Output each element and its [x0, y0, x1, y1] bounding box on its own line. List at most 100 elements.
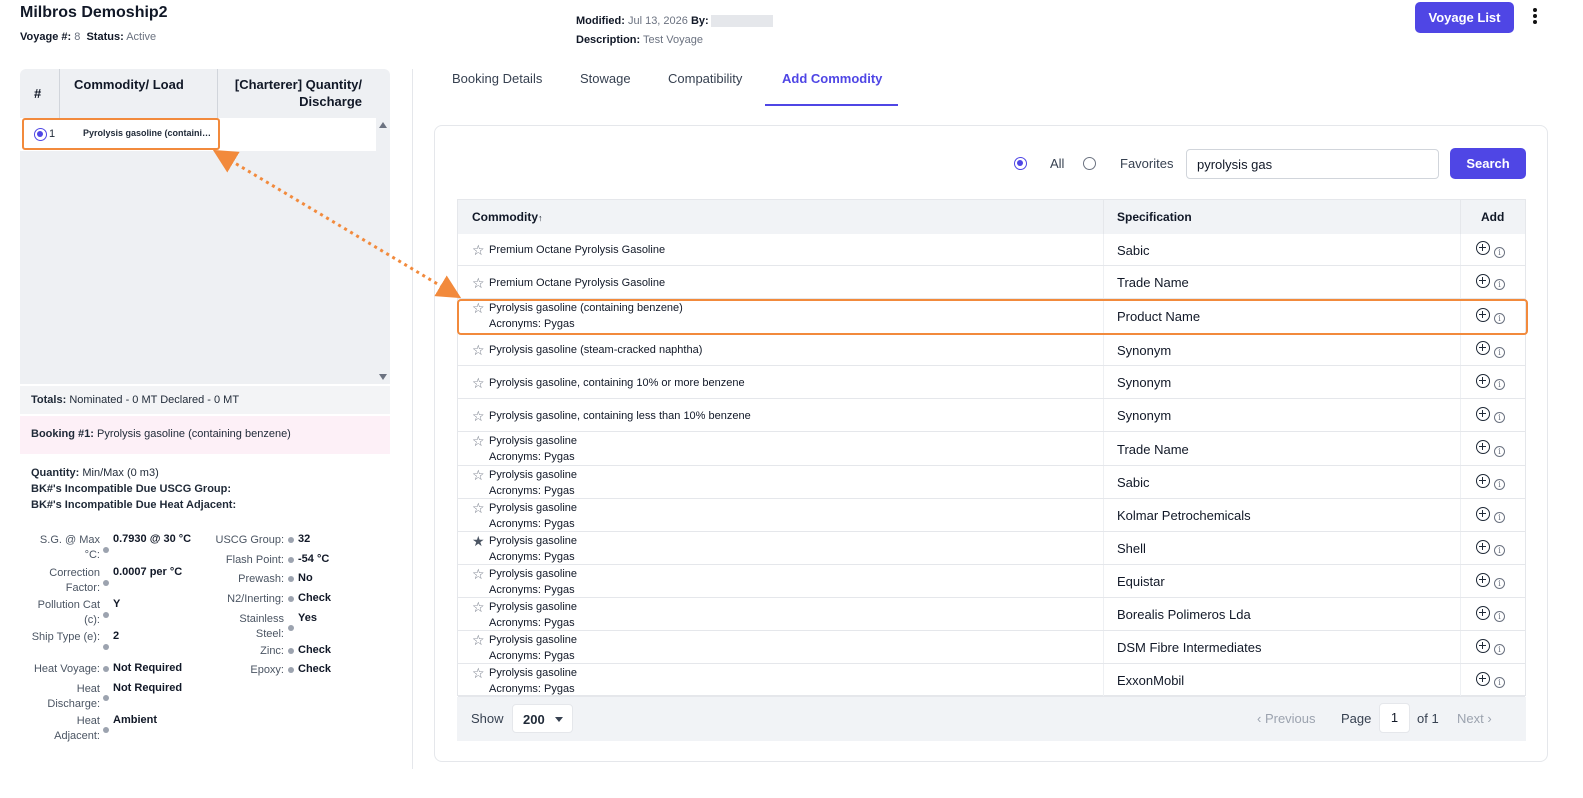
col-header-commodity: Commodity/ Load: [60, 69, 218, 118]
add-commodity-icon[interactable]: [1476, 507, 1490, 521]
add-commodity-icon[interactable]: [1476, 407, 1490, 421]
add-commodity-icon[interactable]: [1476, 573, 1490, 587]
table-row[interactable]: ☆ Pyrolysis gasoline Acronyms: Pygas DSM Fi…: [458, 631, 1525, 664]
prop-dot: [288, 576, 294, 582]
favorite-star-icon[interactable]: ☆: [472, 434, 485, 448]
col-header-commodity-name[interactable]: Commodity↑: [472, 210, 543, 224]
commodity-specification: Trade Name: [1117, 275, 1189, 290]
prop-correction-value: 0.0007 per °C: [113, 566, 183, 578]
table-row[interactable]: ☆ Premium Octane Pyrolysis Gasoline Sabic i: [458, 234, 1525, 266]
table-row[interactable]: ☆ Pyrolysis gasoline Acronyms: Pygas Boreal…: [458, 598, 1525, 631]
show-label: Show: [471, 711, 504, 726]
info-icon[interactable]: i: [1494, 512, 1505, 523]
table-row[interactable]: ☆ Premium Octane Pyrolysis Gasoline Trade …: [458, 266, 1525, 299]
add-commodity-icon[interactable]: [1476, 672, 1490, 686]
favorite-star-icon[interactable]: ☆: [472, 276, 485, 290]
info-icon[interactable]: i: [1494, 347, 1505, 358]
favorite-star-icon[interactable]: ☆: [472, 243, 485, 257]
add-commodity-icon[interactable]: [1476, 540, 1490, 554]
prop-dot: [103, 666, 109, 672]
page-size-select[interactable]: 200: [512, 704, 573, 733]
commodity-specification: Equistar: [1117, 574, 1165, 589]
add-commodity-icon[interactable]: [1476, 241, 1490, 255]
filter-all-radio[interactable]: [1014, 157, 1027, 170]
prop-prewash-value: No: [298, 572, 313, 584]
next-button[interactable]: Next ›: [1457, 711, 1492, 726]
tab-add-commodity[interactable]: Add Commodity: [782, 71, 882, 86]
scroll-down-icon[interactable]: [379, 374, 387, 380]
table-row[interactable]: ☆ Pyrolysis gasoline, containing less tha…: [458, 399, 1525, 432]
table-row[interactable]: ☆ Pyrolysis gasoline (steam-cracked napht…: [458, 334, 1525, 366]
favorite-star-icon[interactable]: ☆: [472, 666, 485, 680]
commodity-specification: Synonym: [1117, 375, 1172, 390]
favorite-star-icon[interactable]: ★: [472, 534, 485, 548]
table-row[interactable]: ☆ Pyrolysis gasoline Acronyms: Pygas Kolmar…: [458, 499, 1525, 532]
ship-title: Milbros Demoship2: [20, 4, 168, 21]
search-button[interactable]: Search: [1450, 148, 1526, 179]
table-row[interactable]: ★ Pyrolysis gasoline Acronyms: Pygas Shell i: [458, 532, 1525, 565]
chevron-down-icon: [555, 717, 563, 722]
table-row[interactable]: ☆ Pyrolysis gasoline, containing 10% or m…: [458, 366, 1525, 399]
booking-list-panel: # Commodity/ Load [Charterer] Quantity/ …: [20, 69, 390, 384]
add-commodity-icon[interactable]: [1476, 341, 1490, 355]
info-icon[interactable]: i: [1494, 578, 1505, 589]
favorite-star-icon[interactable]: ☆: [472, 633, 485, 647]
favorite-star-icon[interactable]: ☆: [472, 468, 485, 482]
voyage-list-button[interactable]: Voyage List: [1415, 2, 1514, 33]
table-row[interactable]: ☆ Pyrolysis gasoline Acronyms: Pygas Sabic i: [458, 466, 1525, 499]
info-icon[interactable]: i: [1494, 677, 1505, 688]
tab-stowage[interactable]: Stowage: [580, 71, 631, 86]
favorite-star-icon[interactable]: ☆: [472, 567, 485, 581]
previous-button[interactable]: ‹ Previous: [1257, 711, 1316, 726]
favorite-star-icon[interactable]: ☆: [472, 409, 485, 423]
info-icon[interactable]: i: [1494, 644, 1505, 655]
info-icon[interactable]: i: [1494, 611, 1505, 622]
favorite-star-icon[interactable]: ☆: [472, 343, 485, 357]
prop-inerting-value: Check: [298, 592, 332, 604]
commodity-name: Premium Octane Pyrolysis Gasoline: [489, 244, 666, 256]
info-icon[interactable]: i: [1494, 247, 1505, 258]
commodity-name: Pyrolysis gasoline Acronyms: Pygas: [489, 469, 578, 497]
filter-favorites-radio[interactable]: [1083, 157, 1096, 170]
add-commodity-icon[interactable]: [1476, 374, 1490, 388]
info-icon[interactable]: i: [1494, 379, 1505, 390]
tab-compatibility[interactable]: Compatibility: [668, 71, 742, 86]
add-commodity-icon[interactable]: [1476, 606, 1490, 620]
prop-heat-voyage-value: Not Required: [113, 662, 183, 674]
info-icon[interactable]: i: [1494, 545, 1505, 556]
table-row[interactable]: ☆ Pyrolysis gasoline Acronyms: Pygas Equist…: [458, 565, 1525, 598]
info-icon[interactable]: i: [1494, 479, 1505, 490]
prop-heat-adjacent-value: Ambient: [113, 714, 157, 726]
commodity-specification: Shell: [1117, 541, 1146, 556]
add-commodity-icon[interactable]: [1476, 639, 1490, 653]
page-input[interactable]: 1: [1379, 703, 1410, 733]
favorite-star-icon[interactable]: ☆: [472, 600, 485, 614]
table-header: Commodity↑ Specification Add: [458, 200, 1525, 234]
prop-dot: [288, 537, 294, 543]
commodity-name: Pyrolysis gasoline, containing less than…: [489, 410, 751, 422]
commodity-name: Pyrolysis gasoline (steam-cracked naphth…: [489, 344, 703, 356]
info-icon[interactable]: i: [1494, 412, 1505, 423]
col-header-add: Add: [1481, 210, 1505, 224]
table-row[interactable]: ☆ Pyrolysis gasoline Acronyms: Pygas ExxonM…: [458, 664, 1525, 697]
scroll-up-icon[interactable]: [379, 122, 387, 128]
panel-divider: [412, 69, 413, 769]
scrollbar[interactable]: [376, 118, 390, 384]
commodity-name: Premium Octane Pyrolysis Gasoline: [489, 277, 666, 289]
add-commodity-icon[interactable]: [1476, 440, 1490, 454]
info-icon[interactable]: i: [1494, 279, 1505, 290]
search-input[interactable]: [1186, 149, 1439, 179]
active-tab-indicator: [765, 104, 898, 106]
more-options-icon[interactable]: [1527, 6, 1543, 28]
add-commodity-icon[interactable]: [1476, 274, 1490, 288]
tab-booking-details[interactable]: Booking Details: [452, 71, 542, 86]
table-row[interactable]: ☆ Pyrolysis gasoline Acronyms: Pygas Trade …: [458, 432, 1525, 466]
prop-zinc-value: Check: [298, 644, 332, 656]
commodity-specification: Synonym: [1117, 343, 1172, 358]
col-header-specification: Specification: [1117, 210, 1192, 224]
favorite-star-icon[interactable]: ☆: [472, 376, 485, 390]
commodity-name: Pyrolysis gasoline Acronyms: Pygas: [489, 502, 578, 530]
info-icon[interactable]: i: [1494, 446, 1505, 457]
favorite-star-icon[interactable]: ☆: [472, 501, 485, 515]
add-commodity-icon[interactable]: [1476, 474, 1490, 488]
